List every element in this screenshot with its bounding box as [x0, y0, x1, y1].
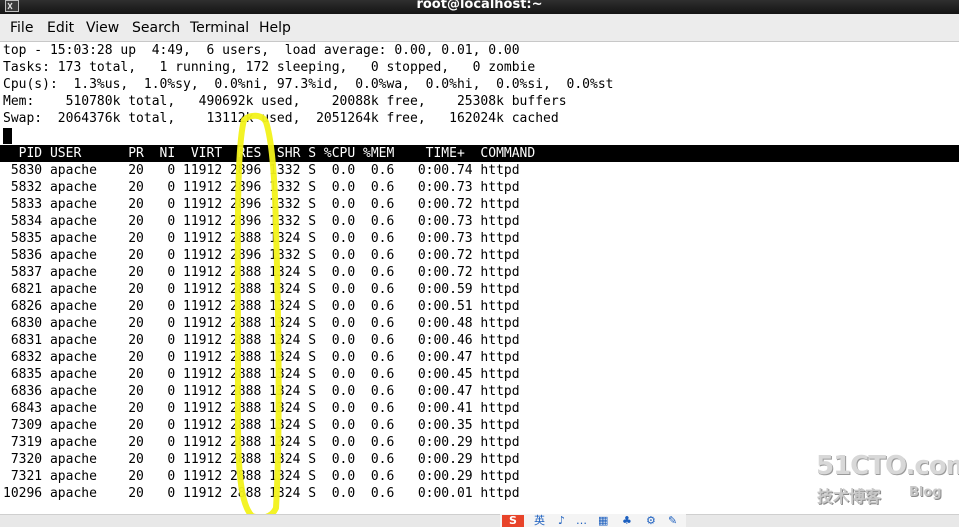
summary-cpu: Cpu(s): 1.3%us, 1.0%sy, 0.0%ni, 97.3%id,…: [3, 77, 614, 92]
menu-edit[interactable]: Edit: [47, 20, 74, 36]
summary-swap: Swap: 2064376k total, 13112k used, 20512…: [3, 111, 559, 126]
process-row: 7309 apache 20 0 11912 2888 1324 S 0.0 0…: [3, 418, 520, 433]
process-row: 5833 apache 20 0 11912 2896 1332 S 0.0 0…: [3, 197, 520, 212]
process-row: 7321 apache 20 0 11912 2888 1324 S 0.0 0…: [3, 469, 520, 484]
summary-mem: Mem: 510780k total, 490692k used, 20088k…: [3, 94, 567, 109]
watermark-blog: Blog: [909, 485, 942, 500]
menu-file[interactable]: File: [10, 20, 33, 36]
process-row: 6832 apache 20 0 11912 2888 1324 S 0.0 0…: [3, 350, 520, 365]
ime-settings-icon[interactable]: ⚙: [646, 514, 656, 527]
ime-skin-icon[interactable]: ♣: [622, 514, 632, 527]
ime-logo-icon[interactable]: S: [502, 515, 524, 527]
menu-search[interactable]: Search: [132, 20, 180, 36]
ime-keyboard-icon[interactable]: ▦: [598, 514, 608, 527]
process-header: PID USER PR NI VIRT RES SHR S %CPU %MEM …: [3, 146, 536, 161]
process-row: 5832 apache 20 0 11912 2896 1332 S 0.0 0…: [3, 180, 520, 195]
process-row: 6831 apache 20 0 11912 2888 1324 S 0.0 0…: [3, 333, 520, 348]
summary-tasks: Tasks: 173 total, 1 running, 172 sleepin…: [3, 60, 536, 75]
process-row: 5835 apache 20 0 11912 2888 1324 S 0.0 0…: [3, 231, 520, 246]
process-row: 7319 apache 20 0 11912 2888 1324 S 0.0 0…: [3, 435, 520, 450]
process-row: 5830 apache 20 0 11912 2896 1332 S 0.0 0…: [3, 163, 520, 178]
terminal-window: root@localhost:~ File Edit View Search T…: [0, 0, 959, 527]
status-strip: [0, 514, 959, 527]
watermark-subtitle: 技术博客: [817, 487, 882, 506]
process-row: 5834 apache 20 0 11912 2896 1332 S 0.0 0…: [3, 214, 520, 229]
ime-punct-icon[interactable]: …: [576, 514, 587, 527]
ime-lang-icon[interactable]: 英: [534, 514, 545, 527]
process-row: 6826 apache 20 0 11912 2888 1324 S 0.0 0…: [3, 299, 520, 314]
menu-view[interactable]: View: [86, 20, 119, 36]
summary-uptime: top - 15:03:28 up 4:49, 6 users, load av…: [3, 43, 520, 58]
process-row: 10296 apache 20 0 11912 2888 1324 S 0.0 …: [3, 486, 520, 501]
text-cursor: [3, 128, 12, 144]
terminal-output[interactable]: top - 15:03:28 up 4:49, 6 users, load av…: [0, 42, 959, 514]
process-row: 6821 apache 20 0 11912 2888 1324 S 0.0 0…: [3, 282, 520, 297]
ime-voice-icon[interactable]: ♪: [558, 514, 565, 527]
process-row: 7320 apache 20 0 11912 2888 1324 S 0.0 0…: [3, 452, 520, 467]
window-title: root@localhost:~: [416, 0, 543, 12]
process-row: 6843 apache 20 0 11912 2888 1324 S 0.0 0…: [3, 401, 520, 416]
process-row: 6835 apache 20 0 11912 2888 1324 S 0.0 0…: [3, 367, 520, 382]
menu-help[interactable]: Help: [259, 20, 291, 36]
process-row: 5836 apache 20 0 11912 2896 1332 S 0.0 0…: [3, 248, 520, 263]
process-row: 6836 apache 20 0 11912 2888 1324 S 0.0 0…: [3, 384, 520, 399]
process-row: 5837 apache 20 0 11912 2888 1324 S 0.0 0…: [3, 265, 520, 280]
menu-bar: File Edit View Search Terminal Help: [0, 14, 959, 42]
watermark-brand: 51CTO.com: [816, 451, 959, 481]
title-bar[interactable]: root@localhost:~: [0, 0, 959, 14]
process-row: 6830 apache 20 0 11912 2888 1324 S 0.0 0…: [3, 316, 520, 331]
ime-tools-icon[interactable]: ✎: [668, 514, 677, 527]
menu-terminal[interactable]: Terminal: [190, 20, 249, 36]
ime-toolbar[interactable]: S 英 ♪ … ▦ ♣ ⚙ ✎: [500, 514, 686, 527]
